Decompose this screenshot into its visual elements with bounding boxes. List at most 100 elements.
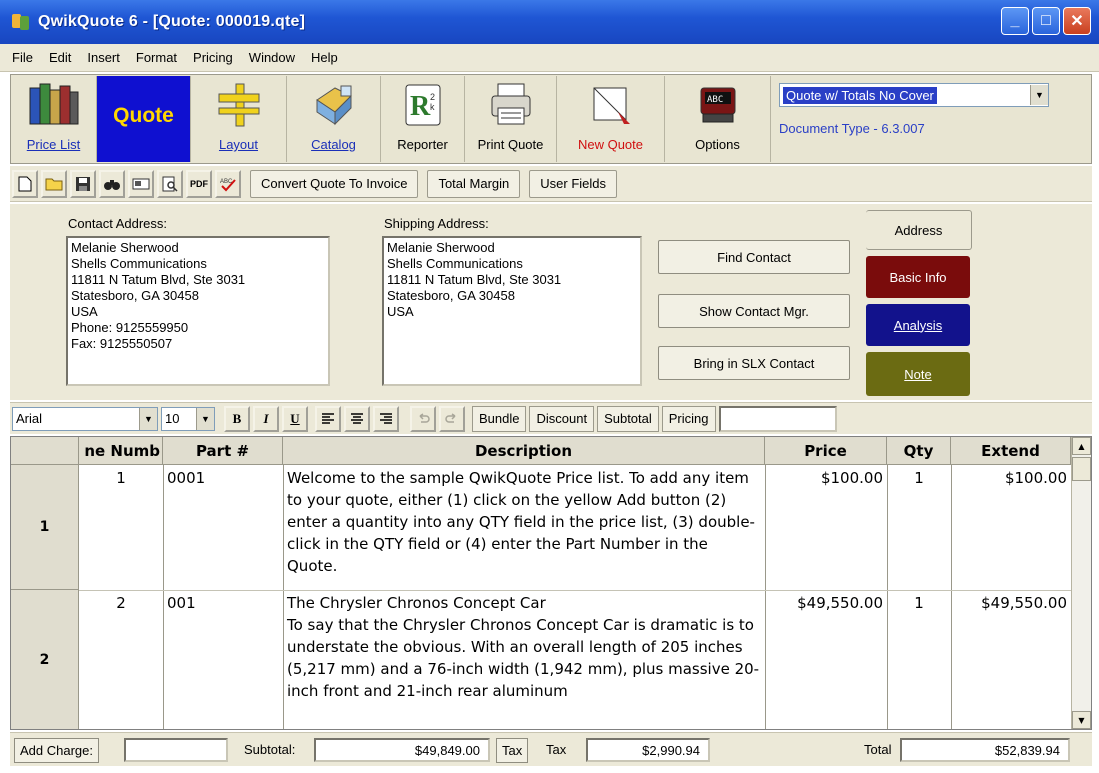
quote-tab[interactable]: Quote <box>97 76 191 162</box>
align-center-button[interactable] <box>344 405 370 432</box>
catalog-button[interactable]: Catalog <box>287 76 381 162</box>
cell-part-number[interactable]: 001 <box>163 590 283 616</box>
cell-extend[interactable]: $100.00 <box>951 465 1071 491</box>
options-button[interactable]: ABC Options <box>665 76 771 162</box>
align-right-button[interactable] <box>373 405 399 432</box>
close-button[interactable]: ✕ <box>1063 7 1091 35</box>
chevron-down-icon[interactable]: ▼ <box>196 407 214 430</box>
find-contact-button[interactable]: Find Contact <box>658 240 850 274</box>
row-header[interactable]: 1 <box>11 465 79 590</box>
bundle-button[interactable]: Bundle <box>472 405 527 432</box>
new-file-button[interactable] <box>12 169 38 198</box>
chevron-down-icon[interactable]: ▼ <box>1030 85 1048 105</box>
reporter-label: Reporter <box>397 137 448 152</box>
bold-button[interactable]: B <box>224 405 250 432</box>
column-header-part[interactable]: Part # <box>163 437 283 465</box>
cell-line-number[interactable]: 1 <box>79 465 163 491</box>
address-panel: Contact Address: Melanie Sherwood Shells… <box>10 204 1092 400</box>
cell-extend[interactable]: $49,550.00 <box>951 590 1071 616</box>
cell-qty[interactable]: 1 <box>887 465 951 491</box>
menu-help[interactable]: Help <box>311 50 338 65</box>
cell-part-number[interactable]: 0001 <box>163 465 283 491</box>
total-margin-button[interactable]: Total Margin <box>427 169 521 198</box>
bring-slx-contact-button[interactable]: Bring in SLX Contact <box>658 346 850 380</box>
menu-pricing[interactable]: Pricing <box>193 50 233 65</box>
menu-file[interactable]: File <box>12 50 33 65</box>
convert-quote-button[interactable]: Convert Quote To Invoice <box>250 169 419 198</box>
new-quote-label: New Quote <box>577 137 644 152</box>
print-preview-button[interactable] <box>157 169 183 198</box>
pricing-button[interactable]: Pricing <box>661 405 716 432</box>
column-header-qty[interactable]: Qty <box>887 437 951 465</box>
redo-button[interactable] <box>439 405 465 432</box>
tab-address[interactable]: Address <box>866 210 972 250</box>
column-header-line-number[interactable]: ne Numb <box>79 437 163 465</box>
shipping-address-field[interactable]: Melanie Sherwood Shells Communications 1… <box>382 236 642 386</box>
preview-button[interactable] <box>128 169 154 198</box>
row-header[interactable]: 2 <box>11 590 79 729</box>
new-file-icon <box>18 176 32 191</box>
tab-note[interactable]: Note <box>866 352 970 396</box>
menu-window[interactable]: Window <box>249 50 295 65</box>
print-quote-label: Print Quote <box>477 137 544 152</box>
subtotal-label: Subtotal: <box>244 742 296 757</box>
pdf-button[interactable]: PDF <box>186 169 212 198</box>
cell-line-number[interactable]: 2 <box>79 590 163 616</box>
column-header-price[interactable]: Price <box>765 437 887 465</box>
menu-edit[interactable]: Edit <box>49 50 71 65</box>
discount-button[interactable]: Discount <box>529 405 595 432</box>
save-button[interactable] <box>70 169 96 198</box>
show-contact-manager-button[interactable]: Show Contact Mgr. <box>658 294 850 328</box>
chevron-down-icon[interactable]: ▼ <box>139 407 157 430</box>
underline-button[interactable]: U <box>282 405 308 432</box>
spellcheck-button[interactable]: ABC <box>215 169 241 198</box>
menu-format[interactable]: Format <box>136 50 177 65</box>
reporter-button[interactable]: R 2 k Reporter <box>381 76 465 162</box>
catalog-label: Catalog <box>311 137 356 152</box>
scroll-thumb[interactable] <box>1072 457 1091 481</box>
new-quote-button[interactable]: New Quote <box>557 76 665 162</box>
title-bar: QwikQuote 6 - [Quote: 000019.qte] _ □ ✕ <box>0 0 1099 44</box>
magnify-page-icon <box>162 176 178 192</box>
column-header-description[interactable]: Description <box>283 437 765 465</box>
scroll-down-icon[interactable]: ▼ <box>1072 711 1091 729</box>
print-quote-button[interactable]: Print Quote <box>465 76 557 162</box>
layout-button[interactable]: Layout <box>191 76 287 162</box>
cell-price[interactable]: $49,550.00 <box>765 590 887 616</box>
cell-qty[interactable]: 1 <box>887 590 951 616</box>
scroll-up-icon[interactable]: ▲ <box>1072 437 1091 455</box>
tab-basic-info[interactable]: Basic Info <box>866 256 970 298</box>
user-fields-button[interactable]: User Fields <box>529 169 618 198</box>
format-input[interactable] <box>718 405 837 432</box>
cell-description[interactable]: Welcome to the sample QwikQuote Price li… <box>283 465 765 590</box>
new-document-icon <box>593 87 630 124</box>
subtotal-button[interactable]: Subtotal <box>597 405 659 432</box>
maximize-button[interactable]: □ <box>1032 7 1060 35</box>
document-type-select[interactable]: Quote w/ Totals No Cover ▼ <box>779 83 1049 107</box>
undo-button[interactable] <box>410 405 436 432</box>
catalog-icon <box>315 85 352 126</box>
font-size-select[interactable]: 10 ▼ <box>161 406 215 431</box>
add-charge-field[interactable] <box>124 738 228 762</box>
menu-insert[interactable]: Insert <box>87 50 120 65</box>
contact-address-field[interactable]: Melanie Sherwood Shells Communications 1… <box>66 236 330 386</box>
tab-analysis[interactable]: Analysis <box>866 304 970 346</box>
document-type-label: Document Type - 6.3.007 <box>779 121 925 136</box>
italic-button[interactable]: I <box>253 405 279 432</box>
open-file-button[interactable] <box>41 169 67 198</box>
align-left-button[interactable] <box>315 405 341 432</box>
font-select[interactable]: Arial ▼ <box>12 406 158 431</box>
ruler-icon <box>218 83 259 127</box>
find-button[interactable] <box>99 169 125 198</box>
format-toolbar: Arial ▼ 10 ▼ B I U Bundle Discount Subto… <box>10 402 1092 434</box>
vertical-scrollbar[interactable]: ▲ ▼ <box>1071 437 1091 729</box>
add-charge-button[interactable]: Add Charge: <box>14 738 99 763</box>
minimize-button[interactable]: _ <box>1001 7 1029 35</box>
printer-icon <box>491 83 530 125</box>
tax-button[interactable]: Tax <box>496 738 529 763</box>
column-header-extend[interactable]: Extend <box>951 437 1071 465</box>
align-left-icon <box>322 412 334 424</box>
cell-description[interactable]: The Chrysler Chronos Concept Car To say … <box>283 590 765 729</box>
price-list-button[interactable]: Price List <box>11 76 97 162</box>
cell-price[interactable]: $100.00 <box>765 465 887 491</box>
